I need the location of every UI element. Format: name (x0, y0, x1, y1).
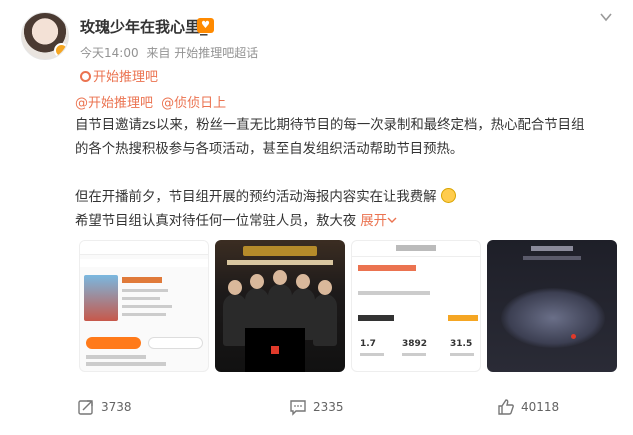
mention-link[interactable]: @开始推理吧 (75, 96, 153, 111)
repost-button[interactable]: 3738 (77, 398, 132, 416)
smile-emoji-icon (440, 188, 456, 203)
chevron-down-icon[interactable] (599, 10, 613, 24)
repost-count: 3738 (101, 400, 132, 414)
post-meta: 今天14:00 来自 开始推理吧超话 (80, 44, 262, 61)
image-thumbnail[interactable] (215, 240, 345, 372)
like-count: 40118 (521, 400, 560, 414)
post-time[interactable]: 今天14:00 (80, 46, 139, 60)
image-thumbnail[interactable]: 1.7 3892 31.5 (351, 240, 481, 372)
body-line: 但在开播前夕，节目组开展的预约活动海报内容实在让我费解 (75, 186, 610, 210)
expand-link[interactable]: 展开 (360, 214, 397, 229)
expand-label: 展开 (360, 214, 387, 229)
body-line: 自节目邀请zs以来，粉丝一直无比期待节目的每一次录制和最终定档，热心配合节目组 (75, 118, 585, 133)
body-line: 的各个热搜积极参与各项活动，甚至自发组织活动帮助节目预热。 (75, 142, 464, 157)
image-gallery: 1.7 3892 31.5 (79, 240, 617, 372)
like-button[interactable]: 40118 (497, 398, 559, 416)
supertopic-link[interactable]: 开始推理吧 (80, 66, 158, 85)
body-line: 希望节目组认真对待任何一位常驻人员，敖大夜 展开 (75, 210, 610, 234)
thumb-title (80, 241, 208, 255)
post-source[interactable]: 来自 开始推理吧超话 (146, 46, 258, 60)
supertopic-icon (80, 71, 91, 82)
thumb-stat: 3892 (402, 339, 428, 349)
thumb-stat: 1.7 (360, 339, 376, 349)
mention-link[interactable]: @侦侦日上 (161, 96, 226, 111)
body-line-text: 希望节目组认真对待任何一位常驻人员，敖大夜 (75, 214, 357, 229)
post-body: 自节目邀请zs以来，粉丝一直无比期待节目的每一次录制和最终定档，热心配合节目组 … (75, 114, 610, 234)
image-thumbnail[interactable] (79, 240, 209, 372)
comment-icon (290, 400, 306, 416)
mentions: @开始推理吧 @侦侦日上 (75, 92, 230, 111)
chevron-down-icon (387, 217, 397, 223)
action-bar: 3738 2335 40118 (0, 392, 633, 422)
verified-badge-icon (54, 43, 68, 58)
thumb-stat: 31.5 (450, 339, 473, 349)
supertopic-label: 开始推理吧 (93, 70, 159, 85)
image-thumbnail[interactable] (487, 240, 617, 372)
word-cloud (501, 288, 605, 348)
author-name[interactable]: 玫瑰少年在我心里_ (80, 16, 208, 37)
comment-button[interactable]: 2335 (289, 398, 344, 416)
body-line-text: 但在开播前夕，节目组开展的预约活动海报内容实在让我费解 (75, 190, 437, 205)
repost-icon (78, 400, 93, 415)
comment-count: 2335 (313, 400, 344, 414)
thumbs-up-icon (498, 399, 514, 415)
avatar[interactable] (21, 12, 69, 60)
vip-icon[interactable]: ♥ (197, 18, 214, 33)
